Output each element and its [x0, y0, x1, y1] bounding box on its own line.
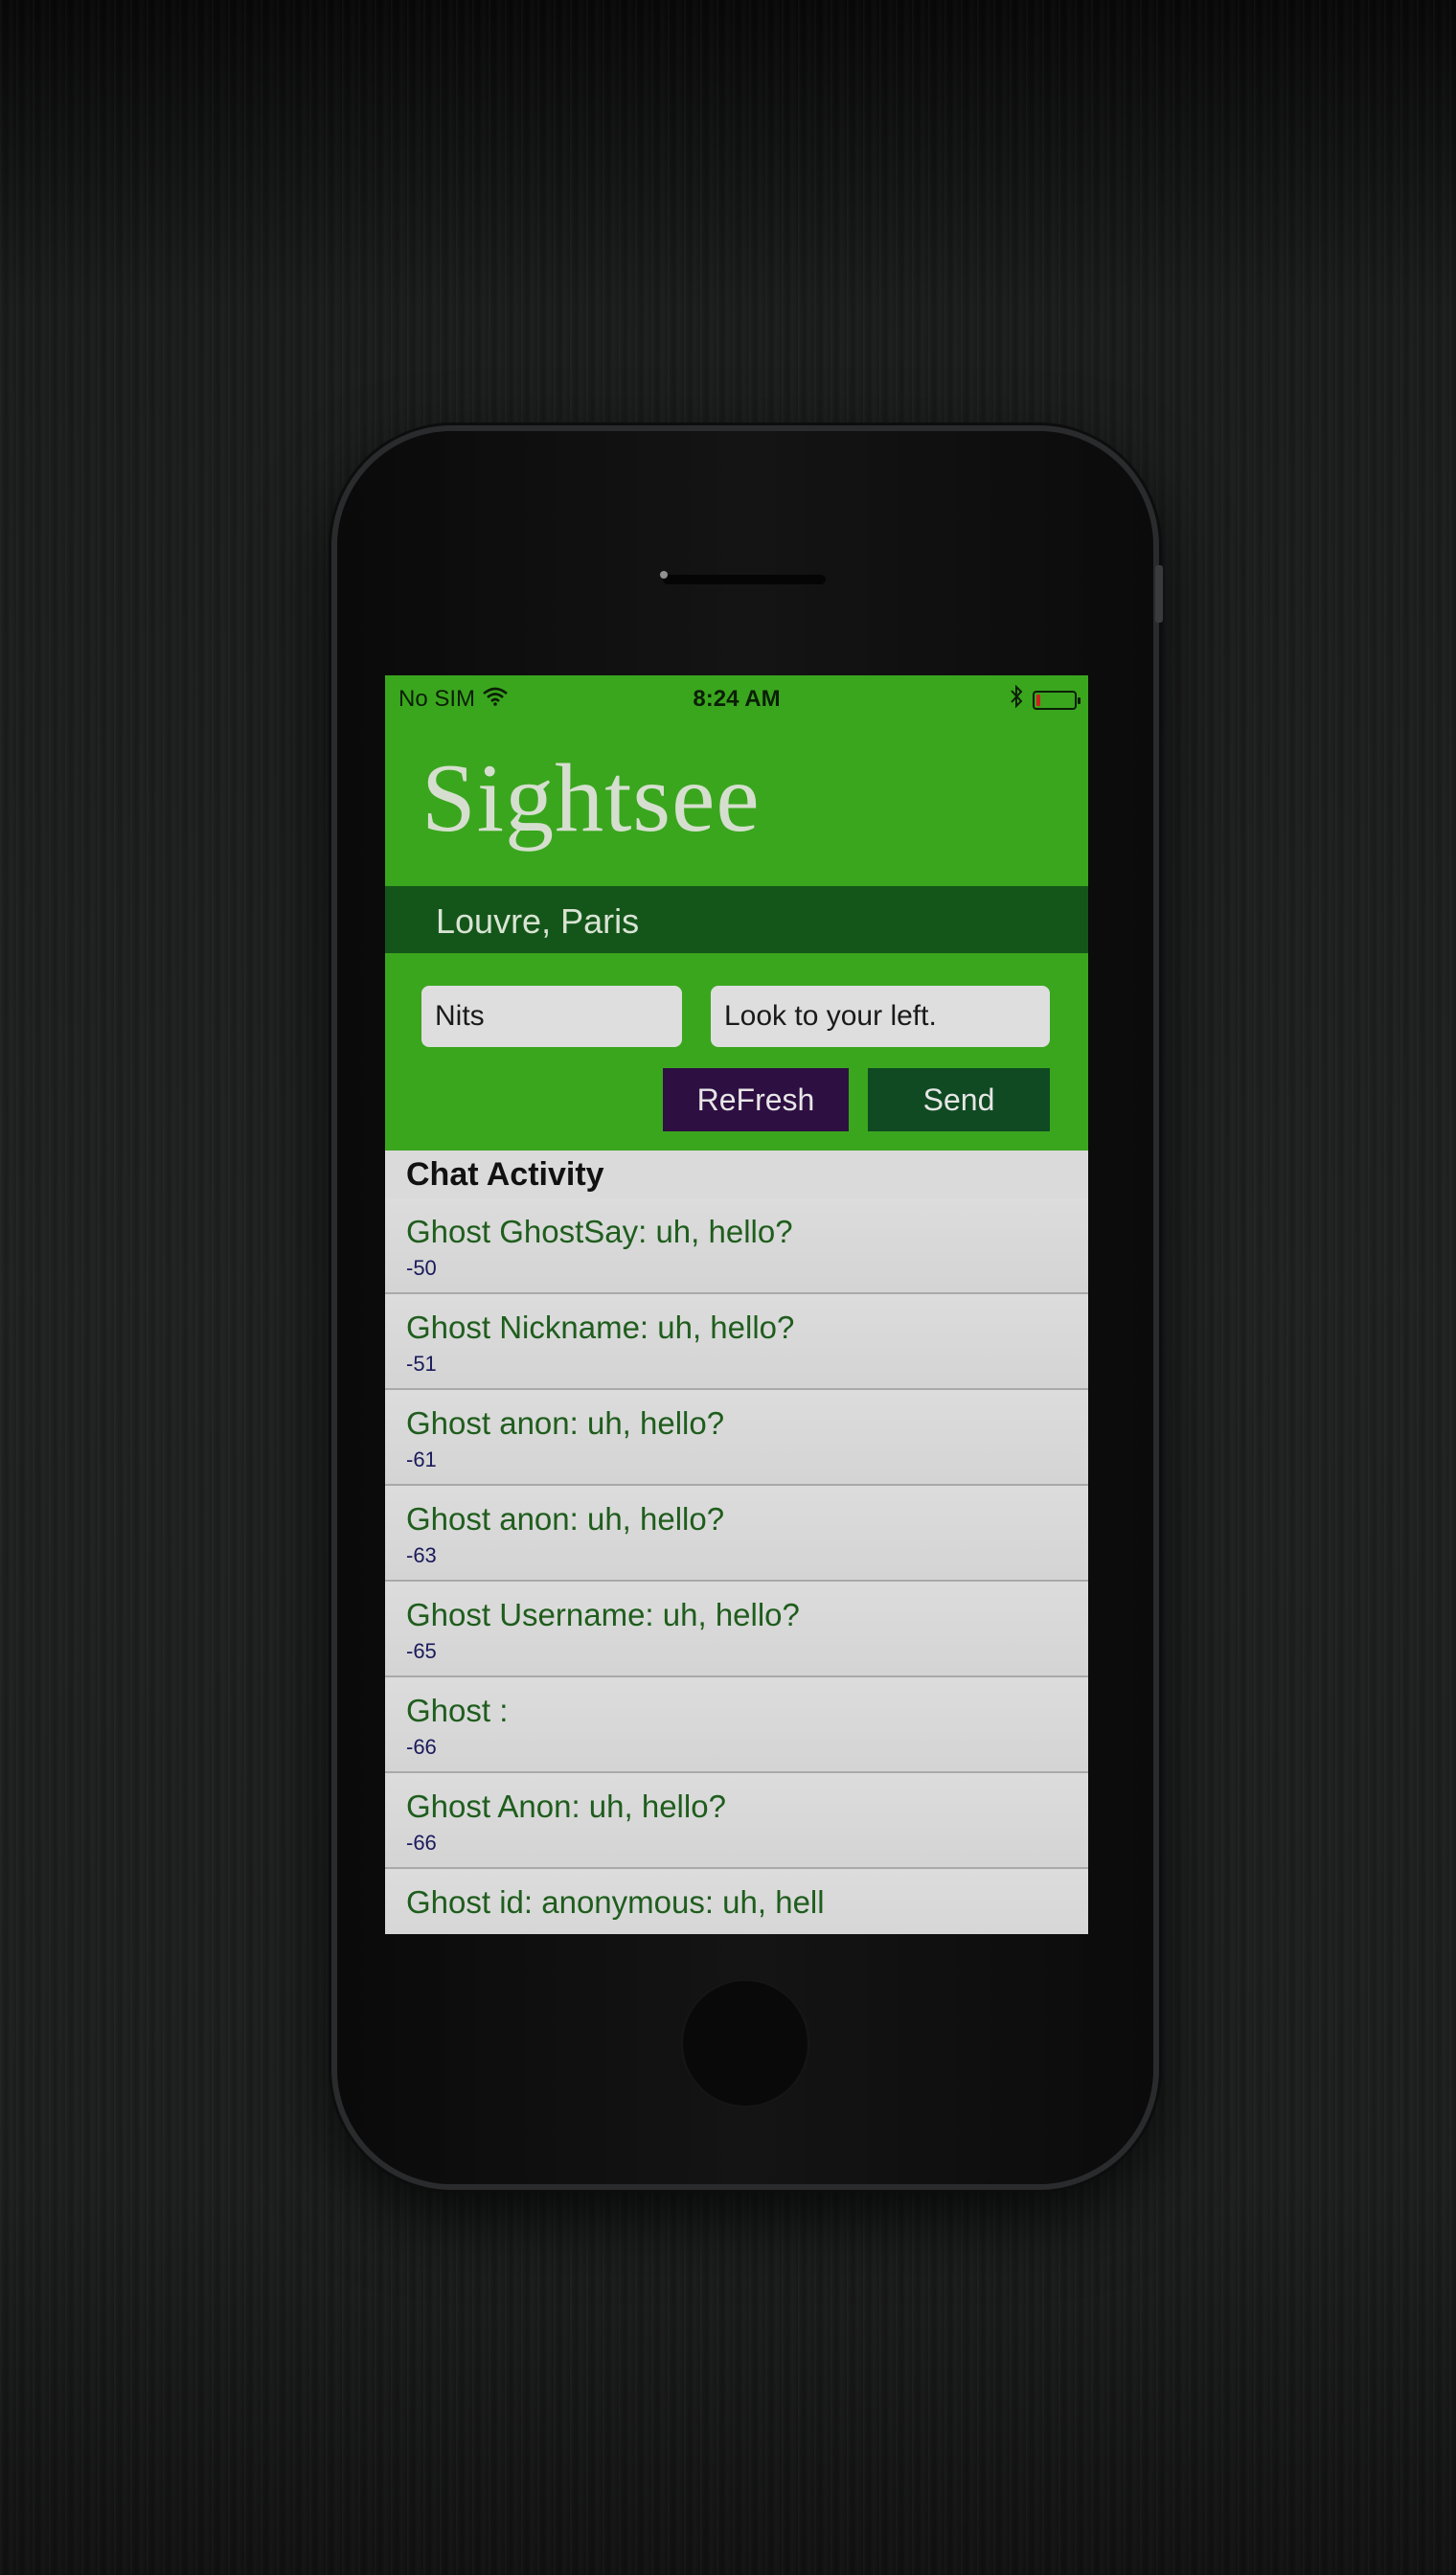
- chat-score: -63: [406, 1543, 437, 1567]
- status-time: 8:24 AM: [693, 686, 781, 712]
- app-header: No SIM 8:24 AM Sightsee Louvre, Paris Ni…: [385, 675, 1088, 1151]
- chat-message: Ghost Nickname: uh, hello?: [406, 1310, 795, 1345]
- send-button[interactable]: Send: [868, 1068, 1050, 1131]
- chat-message: Ghost Username: uh, hello?: [406, 1597, 800, 1632]
- phone-side-button: [1155, 565, 1163, 623]
- phone-screen: No SIM 8:24 AM Sightsee Louvre, Paris Ni…: [385, 675, 1088, 1934]
- bluetooth-icon: [1010, 684, 1023, 715]
- nickname-input[interactable]: Nits: [421, 986, 682, 1047]
- app-title: Sightsee: [421, 744, 761, 853]
- chat-score: -50: [406, 1256, 437, 1280]
- chat-item[interactable]: Ghost Username: uh, hello? -65: [385, 1582, 1088, 1677]
- chat-item[interactable]: Ghost Anon: uh, hello? -66: [385, 1773, 1088, 1869]
- phone-earpiece: [663, 575, 826, 584]
- chat-item[interactable]: Ghost id: anonymous: uh, hell: [385, 1869, 1088, 1934]
- chat-item[interactable]: Ghost : -66: [385, 1677, 1088, 1773]
- chat-item[interactable]: Ghost anon: uh, hello? -61: [385, 1390, 1088, 1486]
- chat-message: Ghost GhostSay: uh, hello?: [406, 1214, 793, 1249]
- phone-camera: [660, 571, 668, 579]
- location-bar: Louvre, Paris: [385, 886, 1088, 953]
- chat-message: Ghost id: anonymous: uh, hell: [406, 1884, 825, 1920]
- chat-score: -51: [406, 1352, 437, 1376]
- chat-score: -66: [406, 1831, 437, 1855]
- chat-message: Ghost :: [406, 1693, 509, 1728]
- chat-heading: Chat Activity: [385, 1151, 1088, 1198]
- home-button[interactable]: [680, 1978, 810, 2108]
- chat-message: Ghost anon: uh, hello?: [406, 1405, 725, 1441]
- chat-item[interactable]: Ghost Nickname: uh, hello? -51: [385, 1294, 1088, 1390]
- chat-message: Ghost Anon: uh, hello?: [406, 1789, 726, 1824]
- location-label: Louvre, Paris: [436, 901, 640, 941]
- refresh-button[interactable]: ReFresh: [663, 1068, 849, 1131]
- status-right: [1010, 684, 1081, 715]
- chat-list[interactable]: Ghost GhostSay: uh, hello? -50 Ghost Nic…: [385, 1198, 1088, 1934]
- chat-score: -61: [406, 1447, 437, 1471]
- status-bar: No SIM 8:24 AM: [385, 675, 1088, 723]
- battery-icon: [1033, 690, 1081, 710]
- message-input[interactable]: Look to your left.: [711, 986, 1050, 1047]
- battery-level: [1036, 694, 1040, 706]
- chat-score: -65: [406, 1639, 437, 1663]
- chat-message: Ghost anon: uh, hello?: [406, 1501, 725, 1537]
- chat-item[interactable]: Ghost anon: uh, hello? -63: [385, 1486, 1088, 1582]
- chat-item[interactable]: Ghost GhostSay: uh, hello? -50: [385, 1198, 1088, 1294]
- chat-score: -66: [406, 1735, 437, 1759]
